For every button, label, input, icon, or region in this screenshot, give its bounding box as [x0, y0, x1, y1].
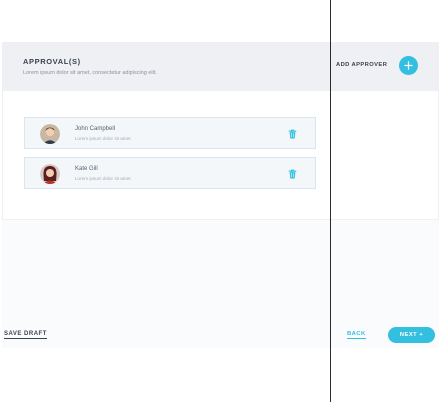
approver-card: Kate Gill Lorem ipsum dolor sit amet. [24, 157, 316, 189]
add-approver-button[interactable] [399, 56, 418, 75]
save-draft-link[interactable]: SAVE DRAFT [4, 331, 47, 339]
approvals-subtitle: Lorem ipsum dolor sit amet, consectetur … [23, 70, 157, 76]
approver-name: John Campbell [75, 126, 116, 132]
trash-icon[interactable] [288, 169, 297, 179]
avatar [40, 164, 60, 184]
approver-card: John Campbell Lorem ipsum dolor sit amet… [24, 117, 316, 149]
trash-icon[interactable] [288, 129, 297, 139]
approvals-panel: APPROVAL(S) Lorem ipsum dolor sit amet, … [2, 42, 439, 220]
footer-area [2, 220, 439, 348]
add-approver-label[interactable]: ADD APPROVER [336, 62, 387, 68]
approvals-header: APPROVAL(S) Lorem ipsum dolor sit amet, … [3, 43, 438, 91]
back-link[interactable]: BACK [347, 331, 366, 339]
approvals-title: APPROVAL(S) [23, 57, 81, 66]
avatar [40, 124, 60, 144]
plus-icon [404, 61, 413, 70]
approver-name: Kate Gill [75, 166, 98, 172]
next-button[interactable]: NEXT + [388, 327, 435, 343]
vertical-divider [330, 0, 331, 402]
approver-description: Lorem ipsum dolor sit amet. [75, 136, 132, 141]
approver-description: Lorem ipsum dolor sit amet. [75, 176, 132, 181]
